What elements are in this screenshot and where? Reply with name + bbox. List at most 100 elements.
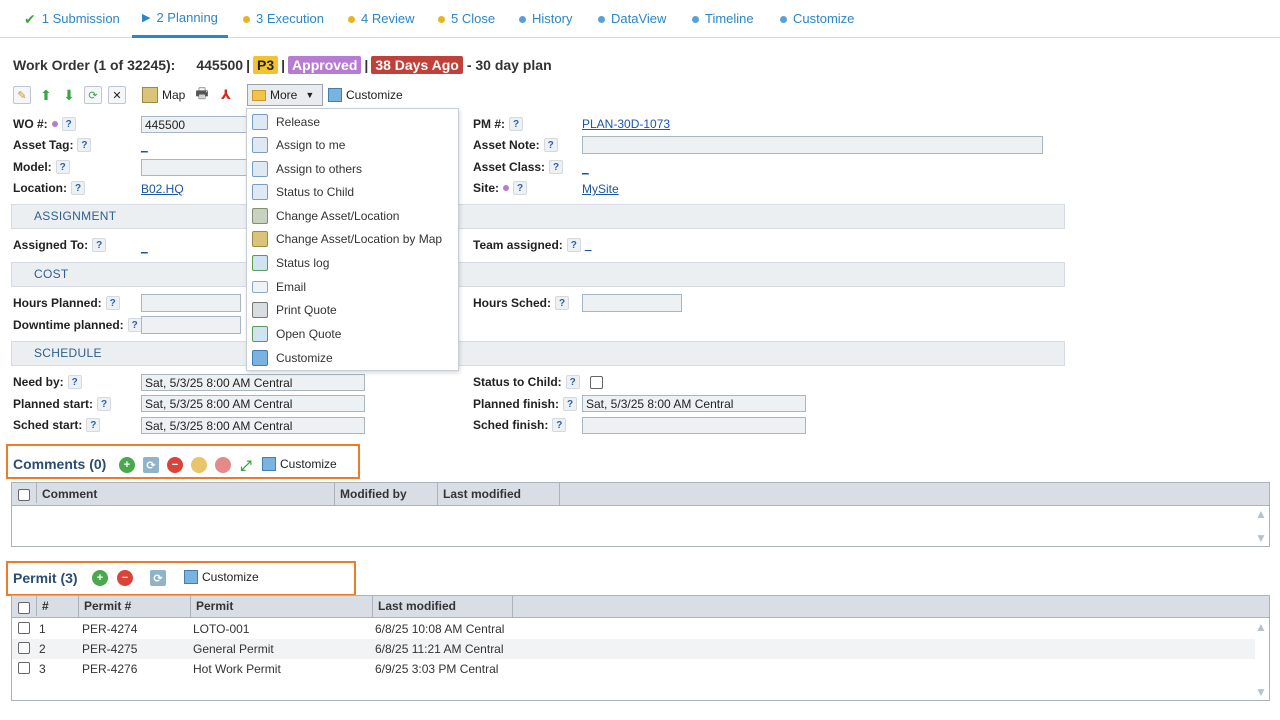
menu-item-release[interactable]: Release bbox=[247, 110, 458, 133]
help-icon[interactable]: ? bbox=[92, 238, 107, 252]
map-button[interactable]: Map bbox=[142, 85, 185, 105]
section-assignment[interactable]: ASSIGNMENT bbox=[11, 204, 1065, 229]
more-button[interactable]: More ▼ bbox=[247, 84, 323, 106]
assigned-to-link[interactable]: _ bbox=[141, 240, 148, 254]
tab-timeline[interactable]: Timeline bbox=[682, 0, 764, 38]
column-number[interactable]: # bbox=[37, 596, 79, 617]
refresh-icon[interactable]: ⟳ bbox=[150, 570, 166, 586]
section-cost[interactable]: COST bbox=[11, 262, 1065, 287]
tab-customize[interactable]: Customize bbox=[770, 0, 864, 38]
menu-item-change-asset-location[interactable]: Change Asset/Location bbox=[247, 204, 458, 227]
scroll-up-icon[interactable]: ▲ bbox=[1255, 621, 1267, 633]
help-icon[interactable]: ? bbox=[127, 318, 142, 332]
status-to-child-checkbox[interactable] bbox=[589, 375, 603, 389]
menu-item-print-quote[interactable]: Print Quote bbox=[247, 298, 458, 321]
help-icon[interactable]: ? bbox=[513, 181, 528, 195]
scroll-down-icon[interactable]: ▼ bbox=[1255, 686, 1267, 698]
menu-item-status-log[interactable]: Status log bbox=[247, 251, 458, 274]
planned-start-field[interactable]: Sat, 5/3/25 8:00 AM Central bbox=[141, 395, 365, 412]
menu-item-email[interactable]: Email bbox=[247, 275, 458, 298]
tab-execution[interactable]: 3 Execution bbox=[233, 0, 334, 38]
row-checkbox[interactable] bbox=[18, 662, 30, 674]
zoom-out-icon[interactable] bbox=[215, 457, 231, 473]
tab-planning[interactable]: ▶ 2 Planning bbox=[132, 0, 228, 38]
help-icon[interactable]: ? bbox=[86, 418, 101, 432]
menu-item-open-quote[interactable]: Open Quote bbox=[247, 322, 458, 345]
column-last-modified[interactable]: Last modified bbox=[438, 483, 560, 505]
section-schedule[interactable]: SCHEDULE bbox=[11, 341, 1065, 366]
edit-icon[interactable]: ✎ bbox=[13, 86, 31, 104]
tab-review[interactable]: 4 Review bbox=[338, 0, 424, 38]
add-icon[interactable]: + bbox=[92, 570, 108, 586]
sched-start-field[interactable]: Sat, 5/3/25 8:00 AM Central bbox=[141, 417, 365, 434]
need-by-field[interactable]: Sat, 5/3/25 8:00 AM Central bbox=[141, 374, 365, 391]
scroll-down-icon[interactable]: ▼ bbox=[1255, 532, 1267, 544]
hours-planned-field[interactable] bbox=[141, 294, 241, 312]
help-icon[interactable]: ? bbox=[61, 117, 76, 131]
close-icon[interactable]: ✕ bbox=[108, 86, 126, 104]
help-icon[interactable]: ? bbox=[565, 375, 580, 389]
asset-tag-link[interactable]: _ bbox=[141, 139, 148, 153]
zoom-in-icon[interactable] bbox=[191, 457, 207, 473]
help-icon[interactable]: ? bbox=[97, 397, 112, 411]
scroll-up-icon[interactable]: ▲ bbox=[1255, 508, 1267, 520]
model-field[interactable] bbox=[141, 159, 251, 176]
pdf-icon[interactable]: ⅄ bbox=[217, 86, 235, 104]
column-modified-by[interactable]: Modified by bbox=[335, 483, 438, 505]
permit-customize-button[interactable]: Customize bbox=[184, 567, 259, 587]
menu-item-customize[interactable]: Customize bbox=[247, 346, 458, 369]
help-icon[interactable]: ? bbox=[67, 375, 82, 389]
column-last-modified[interactable]: Last modified bbox=[373, 596, 513, 617]
help-icon[interactable]: ? bbox=[555, 296, 570, 310]
customize-button[interactable]: Customize bbox=[328, 85, 403, 105]
refresh-icon[interactable]: ⟳ bbox=[84, 86, 102, 104]
remove-icon[interactable]: − bbox=[117, 570, 133, 586]
refresh-icon[interactable]: ⟳ bbox=[143, 457, 159, 473]
printer-icon[interactable]: 🖶 bbox=[193, 85, 211, 104]
site-link[interactable]: MySite bbox=[582, 182, 619, 196]
planned-finish-field[interactable]: Sat, 5/3/25 8:00 AM Central bbox=[582, 395, 806, 412]
sched-finish-field[interactable] bbox=[582, 417, 806, 434]
menu-item-change-asset-location-by-map[interactable]: Change Asset/Location by Map bbox=[247, 227, 458, 250]
help-icon[interactable]: ? bbox=[77, 138, 92, 152]
help-icon[interactable]: ? bbox=[71, 181, 85, 195]
select-all-checkbox[interactable] bbox=[18, 489, 30, 501]
help-icon[interactable]: ? bbox=[509, 117, 524, 131]
tab-close[interactable]: 5 Close bbox=[428, 0, 505, 38]
comments-customize-button[interactable]: Customize bbox=[262, 454, 337, 474]
location-link[interactable]: B02.HQ bbox=[141, 182, 184, 196]
column-comment[interactable]: Comment bbox=[37, 483, 335, 505]
asset-note-field[interactable] bbox=[582, 136, 1043, 154]
tab-dataview[interactable]: DataView bbox=[588, 0, 676, 38]
row-checkbox[interactable] bbox=[18, 642, 30, 654]
expand-icon[interactable]: ⤢ bbox=[238, 457, 254, 473]
asset-class-link[interactable]: _ bbox=[582, 161, 589, 175]
column-permit-number[interactable]: Permit # bbox=[79, 596, 191, 617]
row-checkbox[interactable] bbox=[18, 622, 30, 634]
team-assigned-link[interactable]: _ bbox=[585, 238, 592, 252]
help-icon[interactable]: ? bbox=[552, 418, 567, 432]
help-icon[interactable]: ? bbox=[543, 138, 558, 152]
wo-number-field[interactable]: 445500 bbox=[141, 116, 251, 133]
help-icon[interactable]: ? bbox=[55, 160, 70, 174]
tab-submission[interactable]: ✔ 1 Submission bbox=[14, 0, 130, 38]
help-icon[interactable]: ? bbox=[105, 296, 120, 310]
select-all-checkbox[interactable] bbox=[18, 602, 30, 614]
add-icon[interactable]: + bbox=[119, 457, 135, 473]
arrow-down-icon[interactable]: ⬇ bbox=[60, 86, 78, 104]
remove-icon[interactable]: − bbox=[167, 457, 183, 473]
menu-item-assign-to-me[interactable]: Assign to me bbox=[247, 133, 458, 156]
menu-item-status-to-child[interactable]: Status to Child bbox=[247, 180, 458, 203]
help-icon[interactable]: ? bbox=[549, 160, 564, 174]
column-permit[interactable]: Permit bbox=[191, 596, 373, 617]
arrow-up-icon[interactable]: ⬆ bbox=[37, 86, 55, 104]
table-row[interactable]: 3 PER-4276 Hot Work Permit 6/9/25 3:03 P… bbox=[12, 659, 1255, 679]
table-row[interactable]: 1 PER-4274 LOTO-001 6/8/25 10:08 AM Cent… bbox=[12, 619, 1255, 639]
menu-item-assign-to-others[interactable]: Assign to others bbox=[247, 157, 458, 180]
downtime-planned-field[interactable] bbox=[141, 316, 241, 334]
help-icon[interactable]: ? bbox=[566, 238, 581, 252]
pm-link[interactable]: PLAN-30D-1073 bbox=[582, 117, 670, 131]
tab-history[interactable]: History bbox=[509, 0, 582, 38]
table-row[interactable]: 2 PER-4275 General Permit 6/8/25 11:21 A… bbox=[12, 639, 1255, 659]
hours-sched-field[interactable] bbox=[582, 294, 682, 312]
